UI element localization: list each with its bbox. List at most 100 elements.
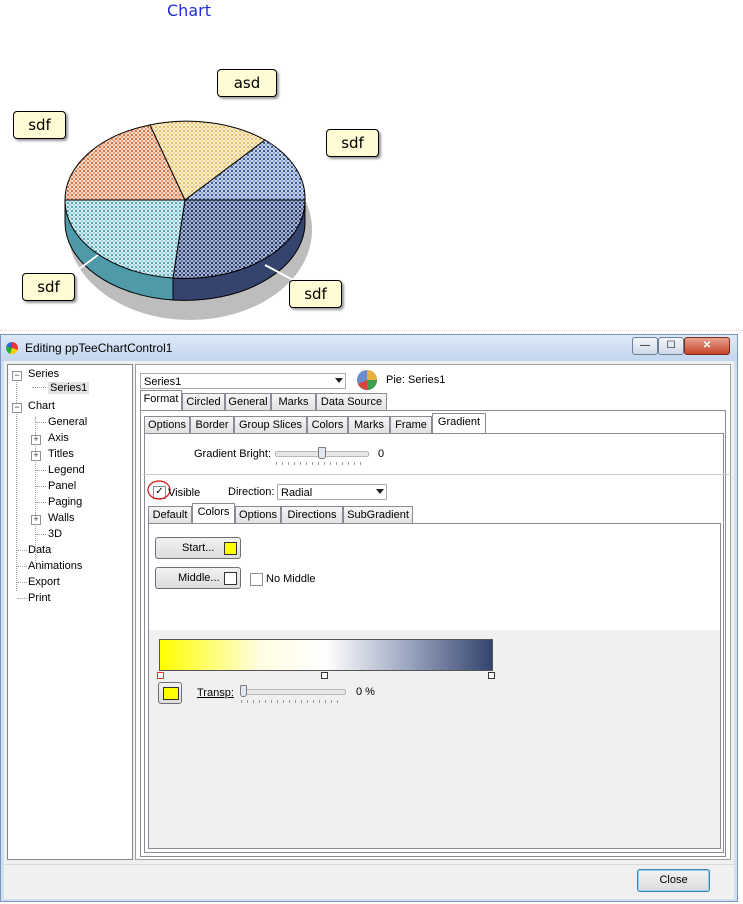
slider-thumb[interactable]	[318, 447, 326, 459]
tab-circled[interactable]: Circled	[182, 393, 225, 410]
tree-line	[36, 486, 46, 487]
gradient-stop-handle[interactable]	[157, 672, 164, 679]
tree-line	[36, 422, 46, 423]
chevron-down-icon	[376, 489, 384, 494]
format-panel: Options Border Group Slices Colors Marks…	[140, 410, 729, 857]
expand-icon[interactable]: +	[31, 515, 41, 525]
tab-border[interactable]: Border	[190, 416, 234, 433]
series-select-value: Series1	[144, 376, 182, 388]
minimize-button[interactable]: —	[632, 337, 658, 355]
tab-default[interactable]: Default	[148, 506, 192, 523]
direction-select[interactable]: Radial	[277, 484, 387, 500]
stop-color-swatch	[163, 687, 179, 700]
tab-subgradient[interactable]: SubGradient	[343, 506, 413, 523]
tree-item-print[interactable]: Print	[28, 592, 51, 604]
colors-panel: Start... Middle... No Middle Transp: 0 %	[148, 523, 721, 849]
tab-gradient-colors[interactable]: Colors	[192, 503, 235, 523]
gradient-bright-value: 0	[378, 448, 385, 460]
expand-icon[interactable]: +	[31, 435, 41, 445]
tree-item-3d[interactable]: 3D	[48, 528, 62, 540]
tree-item-paging[interactable]: Paging	[48, 496, 82, 508]
pie-series-icon	[357, 370, 377, 390]
tree-item-titles[interactable]: Titles	[48, 448, 74, 460]
tree-line	[17, 598, 27, 599]
tree-item-animations[interactable]: Animations	[28, 560, 82, 572]
tree-item-legend[interactable]: Legend	[48, 464, 85, 476]
gradient-stop-handle[interactable]	[321, 672, 328, 679]
tab-format[interactable]: Format	[140, 390, 182, 410]
tab-marks[interactable]: Marks	[271, 393, 316, 410]
transp-label: Transp:	[197, 687, 234, 699]
no-middle-label[interactable]: No Middle	[266, 573, 316, 585]
tree-line	[36, 502, 46, 503]
start-button-label: Start...	[182, 542, 215, 554]
tab-directions[interactable]: Directions	[281, 506, 343, 523]
series-caption: Pie: Series1	[386, 374, 446, 386]
tree-item-series1[interactable]: Series1	[48, 382, 90, 394]
slider-thumb[interactable]	[240, 685, 247, 697]
tree-line	[17, 566, 27, 567]
gradient-preview[interactable]	[159, 639, 493, 671]
gradient-panel: Gradient Bright: 0 ✓ Visible Direction: …	[143, 433, 729, 853]
tree-item-data[interactable]: Data	[28, 544, 51, 556]
tree-item-panel[interactable]: Panel	[48, 480, 76, 492]
transp-slider[interactable]	[240, 689, 346, 695]
title-bar[interactable]: Editing ppTeeChartControl1 — ☐ ✕	[1, 335, 737, 361]
tree-line	[32, 387, 46, 388]
tab-group-slices[interactable]: Group Slices	[234, 416, 307, 433]
direction-select-value: Radial	[281, 487, 313, 499]
start-color-swatch	[224, 542, 237, 555]
middle-button-label: Middle...	[178, 572, 220, 584]
tab-gradient-options[interactable]: Options	[235, 506, 281, 523]
expand-icon[interactable]: +	[31, 451, 41, 461]
pie-mark-label: sdf	[289, 280, 342, 308]
collapse-icon[interactable]: −	[12, 403, 22, 413]
editor-window: Editing ppTeeChartControl1 — ☐ ✕ − Serie…	[0, 334, 738, 902]
pie-mark-label: asd	[217, 69, 277, 97]
tab-data-source[interactable]: Data Source	[316, 393, 387, 410]
divider	[143, 474, 729, 475]
tab-general[interactable]: General	[225, 393, 271, 410]
stop-color-button[interactable]	[158, 682, 182, 704]
pie-chart	[64, 120, 312, 320]
pie-mark-label: sdf	[326, 129, 379, 157]
editor-client: − Series Series1 − Chart General + Axis …	[4, 361, 734, 899]
window-title: Editing ppTeeChartControl1	[25, 341, 173, 355]
tab-marks-format[interactable]: Marks	[348, 416, 390, 433]
tree-view[interactable]: − Series Series1 − Chart General + Axis …	[7, 364, 133, 860]
separator	[0, 330, 743, 331]
start-color-button[interactable]: Start...	[155, 537, 241, 559]
middle-color-button[interactable]: Middle...	[155, 567, 241, 589]
tree-line	[17, 550, 27, 551]
slider-ticks	[241, 700, 343, 703]
tree-item-chart[interactable]: Chart	[28, 400, 55, 412]
window-close-button[interactable]: ✕	[684, 337, 730, 355]
no-middle-checkbox[interactable]	[250, 573, 263, 586]
chevron-down-icon	[335, 378, 343, 383]
series-select[interactable]: Series1	[140, 373, 346, 389]
tree-item-export[interactable]: Export	[28, 576, 60, 588]
close-button[interactable]: Close	[637, 869, 710, 892]
tree-line	[36, 534, 46, 535]
app-icon	[6, 342, 18, 354]
chart-title: Chart	[167, 1, 211, 20]
tab-options[interactable]: Options	[144, 416, 190, 433]
tree-item-axis[interactable]: Axis	[48, 432, 69, 444]
footer-divider	[4, 864, 734, 865]
tab-frame[interactable]: Frame	[390, 416, 432, 433]
tab-colors[interactable]: Colors	[307, 416, 348, 433]
visible-label[interactable]: Visible	[168, 487, 200, 499]
tree-item-series[interactable]: Series	[28, 368, 59, 380]
collapse-icon[interactable]: −	[12, 371, 22, 381]
direction-label: Direction:	[228, 486, 275, 498]
tree-item-general[interactable]: General	[48, 416, 87, 428]
properties-panel: Series1 Pie: Series1 Format Circled Gene…	[135, 364, 731, 860]
tree-item-walls[interactable]: Walls	[48, 512, 74, 524]
maximize-button[interactable]: ☐	[658, 337, 684, 355]
tab-gradient[interactable]: Gradient	[432, 413, 486, 433]
pie-mark-label: sdf	[22, 273, 75, 301]
gradient-stop-handle[interactable]	[488, 672, 495, 679]
tree-line	[17, 582, 27, 583]
tree-line	[36, 470, 46, 471]
slider-ticks	[276, 462, 366, 465]
